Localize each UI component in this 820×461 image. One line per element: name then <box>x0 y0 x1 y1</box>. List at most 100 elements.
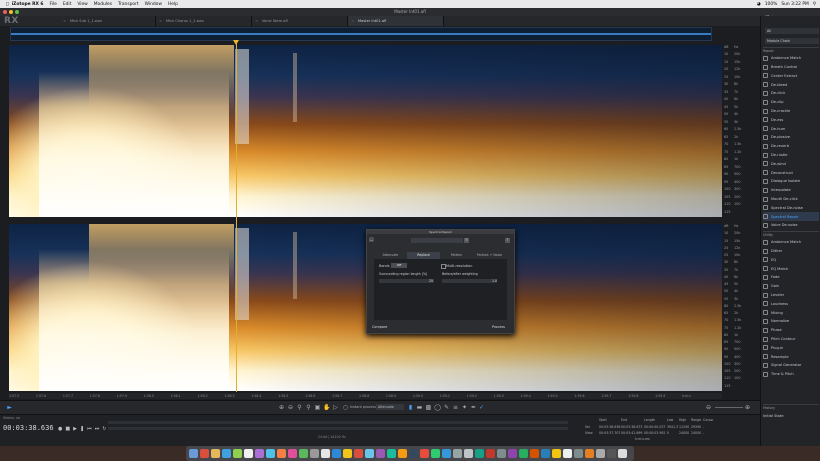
module-item[interactable]: Plug-in <box>763 344 819 353</box>
dock-app-icon[interactable] <box>541 449 550 458</box>
dock-app-icon[interactable] <box>530 449 539 458</box>
close-tab-icon[interactable]: × <box>255 16 258 26</box>
dock-app-icon[interactable] <box>244 449 253 458</box>
dock-app-icon[interactable] <box>563 449 572 458</box>
selection-value[interactable]: 00:00:03.992 <box>644 431 665 435</box>
harmonic-selection-icon[interactable]: ≡ <box>452 404 459 411</box>
module-item[interactable]: De-wind <box>763 160 819 169</box>
search-icon[interactable]: ⚲ <box>813 2 816 7</box>
bands-toggle[interactable]: Off <box>391 263 407 268</box>
paint-icon[interactable]: ✒ <box>470 404 477 411</box>
module-item[interactable]: Ambience Match <box>763 54 819 63</box>
time-frequency-selection-icon[interactable]: ▩ <box>425 404 432 411</box>
dock-app-icon[interactable] <box>343 449 352 458</box>
selection-tool-icon[interactable]: ► <box>6 404 13 411</box>
dock-app-icon[interactable] <box>211 449 220 458</box>
time-selection-icon[interactable]: ▮ <box>407 404 414 411</box>
dock-app-icon[interactable] <box>552 449 561 458</box>
module-item[interactable]: Phase <box>763 326 819 335</box>
lasso-icon[interactable]: ◯ <box>434 404 441 411</box>
dock-app-icon[interactable] <box>266 449 275 458</box>
loop-icon[interactable]: ↻ <box>102 426 106 432</box>
dock-app-icon[interactable] <box>222 449 231 458</box>
module-item[interactable]: Pitch Contour <box>763 335 819 344</box>
module-item[interactable]: Loudness <box>763 300 819 309</box>
dock-app-icon[interactable] <box>409 449 418 458</box>
spectrogram-left-channel[interactable] <box>9 45 722 217</box>
close-tab-icon[interactable]: × <box>351 16 354 26</box>
close-window-icon[interactable] <box>3 10 7 14</box>
menu-window[interactable]: Window <box>145 2 162 7</box>
dock-app-icon[interactable] <box>277 449 286 458</box>
before-after-value[interactable]: 1.0 <box>492 279 497 283</box>
zoom-fit-icon[interactable]: ▣ <box>314 404 321 411</box>
module-item[interactable]: Ambience Match <box>763 238 819 247</box>
module-item[interactable]: De-clip <box>763 98 819 107</box>
module-item[interactable]: De-rustle <box>763 151 819 160</box>
preset-dropdown[interactable] <box>411 238 463 243</box>
dock-app-icon[interactable] <box>420 449 429 458</box>
module-item[interactable]: Interpolate <box>763 186 819 195</box>
frequency-selection-icon[interactable]: ▬ <box>416 404 423 411</box>
module-item[interactable]: EQ <box>763 256 819 265</box>
fast-forward-icon[interactable]: ⏭ <box>95 426 100 432</box>
stop-icon[interactable]: ■ <box>65 426 70 432</box>
dock-app-icon[interactable] <box>233 449 242 458</box>
module-item[interactable]: Fade <box>763 273 819 282</box>
tab-file-1[interactable]: × Mick Sub 1_1.wav <box>60 16 156 26</box>
module-item[interactable]: De-crackle <box>763 107 819 116</box>
selection-value[interactable]: 00:03:38.636 <box>599 425 620 429</box>
tab-replace[interactable]: Replace <box>407 252 440 259</box>
menu-transport[interactable]: Transport <box>118 2 139 7</box>
module-item[interactable]: De-reverb <box>763 142 819 151</box>
rewind-icon[interactable]: ⏮ <box>87 426 92 432</box>
dock-app-icon[interactable] <box>321 449 330 458</box>
magic-wand-icon[interactable]: ✦ <box>461 404 468 411</box>
instant-process-icon[interactable]: ○ <box>342 404 349 411</box>
module-item[interactable]: Time & Pitch <box>763 370 819 379</box>
selection-value[interactable]: 00:00:00.037 <box>644 425 665 429</box>
wifi-icon[interactable]: ◕ <box>757 2 761 7</box>
clock[interactable]: Sun 3:22 PM <box>781 2 808 7</box>
tab-file-4[interactable]: × Master Int01.afl <box>348 16 444 26</box>
dock-app-icon[interactable] <box>585 449 594 458</box>
history-item[interactable]: Initial State <box>763 412 819 421</box>
selection-value[interactable]: 11290 <box>679 425 689 429</box>
brush-icon[interactable]: ✎ <box>443 404 450 411</box>
dock-app-icon[interactable] <box>365 449 374 458</box>
dock-app-icon[interactable] <box>288 449 297 458</box>
module-item[interactable]: Signal Generator <box>763 361 819 370</box>
dock-app-icon[interactable] <box>299 449 308 458</box>
module-item[interactable]: Spectral Repair <box>763 212 819 221</box>
zoom-in-icon[interactable]: ⊕ <box>278 404 285 411</box>
battery-label[interactable]: 100% <box>765 2 778 7</box>
time-ruler[interactable]: 1:57.5 1:57.6 1:57.7 1:57.8 1:57.9 1:58.0 1:58… <box>9 393 722 399</box>
playhead-marker-icon[interactable] <box>233 40 239 45</box>
selection-value[interactable]: 24000 <box>679 431 689 435</box>
surrounding-region-slider[interactable] <box>379 279 434 283</box>
dock-app-icon[interactable] <box>431 449 440 458</box>
dock-app-icon[interactable] <box>497 449 506 458</box>
module-item[interactable]: EQ Match <box>763 264 819 273</box>
module-item[interactable]: Voice De-noise <box>763 221 819 230</box>
tab-file-2[interactable]: × Mick Chorus 1_1.wav <box>156 16 252 26</box>
play-icon[interactable]: ▶ <box>73 426 77 432</box>
module-item[interactable]: Leveler <box>763 291 819 300</box>
tab-partials-noise[interactable]: Partials + Noise <box>473 252 506 259</box>
record-icon[interactable]: ● <box>58 426 62 432</box>
module-item[interactable]: Breath Control <box>763 63 819 72</box>
waveform-overview[interactable] <box>10 27 712 41</box>
zoom-slider-plus-icon[interactable]: ⊕ <box>744 404 751 411</box>
preset-menu-icon[interactable]: ☰ <box>464 238 469 243</box>
surrounding-region-value[interactable]: 25 <box>429 279 433 283</box>
selection-value[interactable]: 00:03:37.707 <box>599 431 620 435</box>
minimize-window-icon[interactable] <box>9 10 13 14</box>
play-from-icon[interactable]: ▷ <box>332 404 339 411</box>
dock-app-icon[interactable] <box>354 449 363 458</box>
menu-help[interactable]: Help <box>168 2 178 7</box>
dock-app-icon[interactable] <box>376 449 385 458</box>
dock-app-icon[interactable] <box>200 449 209 458</box>
pause-icon[interactable]: ❚ <box>80 426 84 432</box>
check-icon[interactable]: ✓ <box>478 404 485 411</box>
tab-attenuate[interactable]: Attenuate <box>374 252 407 259</box>
